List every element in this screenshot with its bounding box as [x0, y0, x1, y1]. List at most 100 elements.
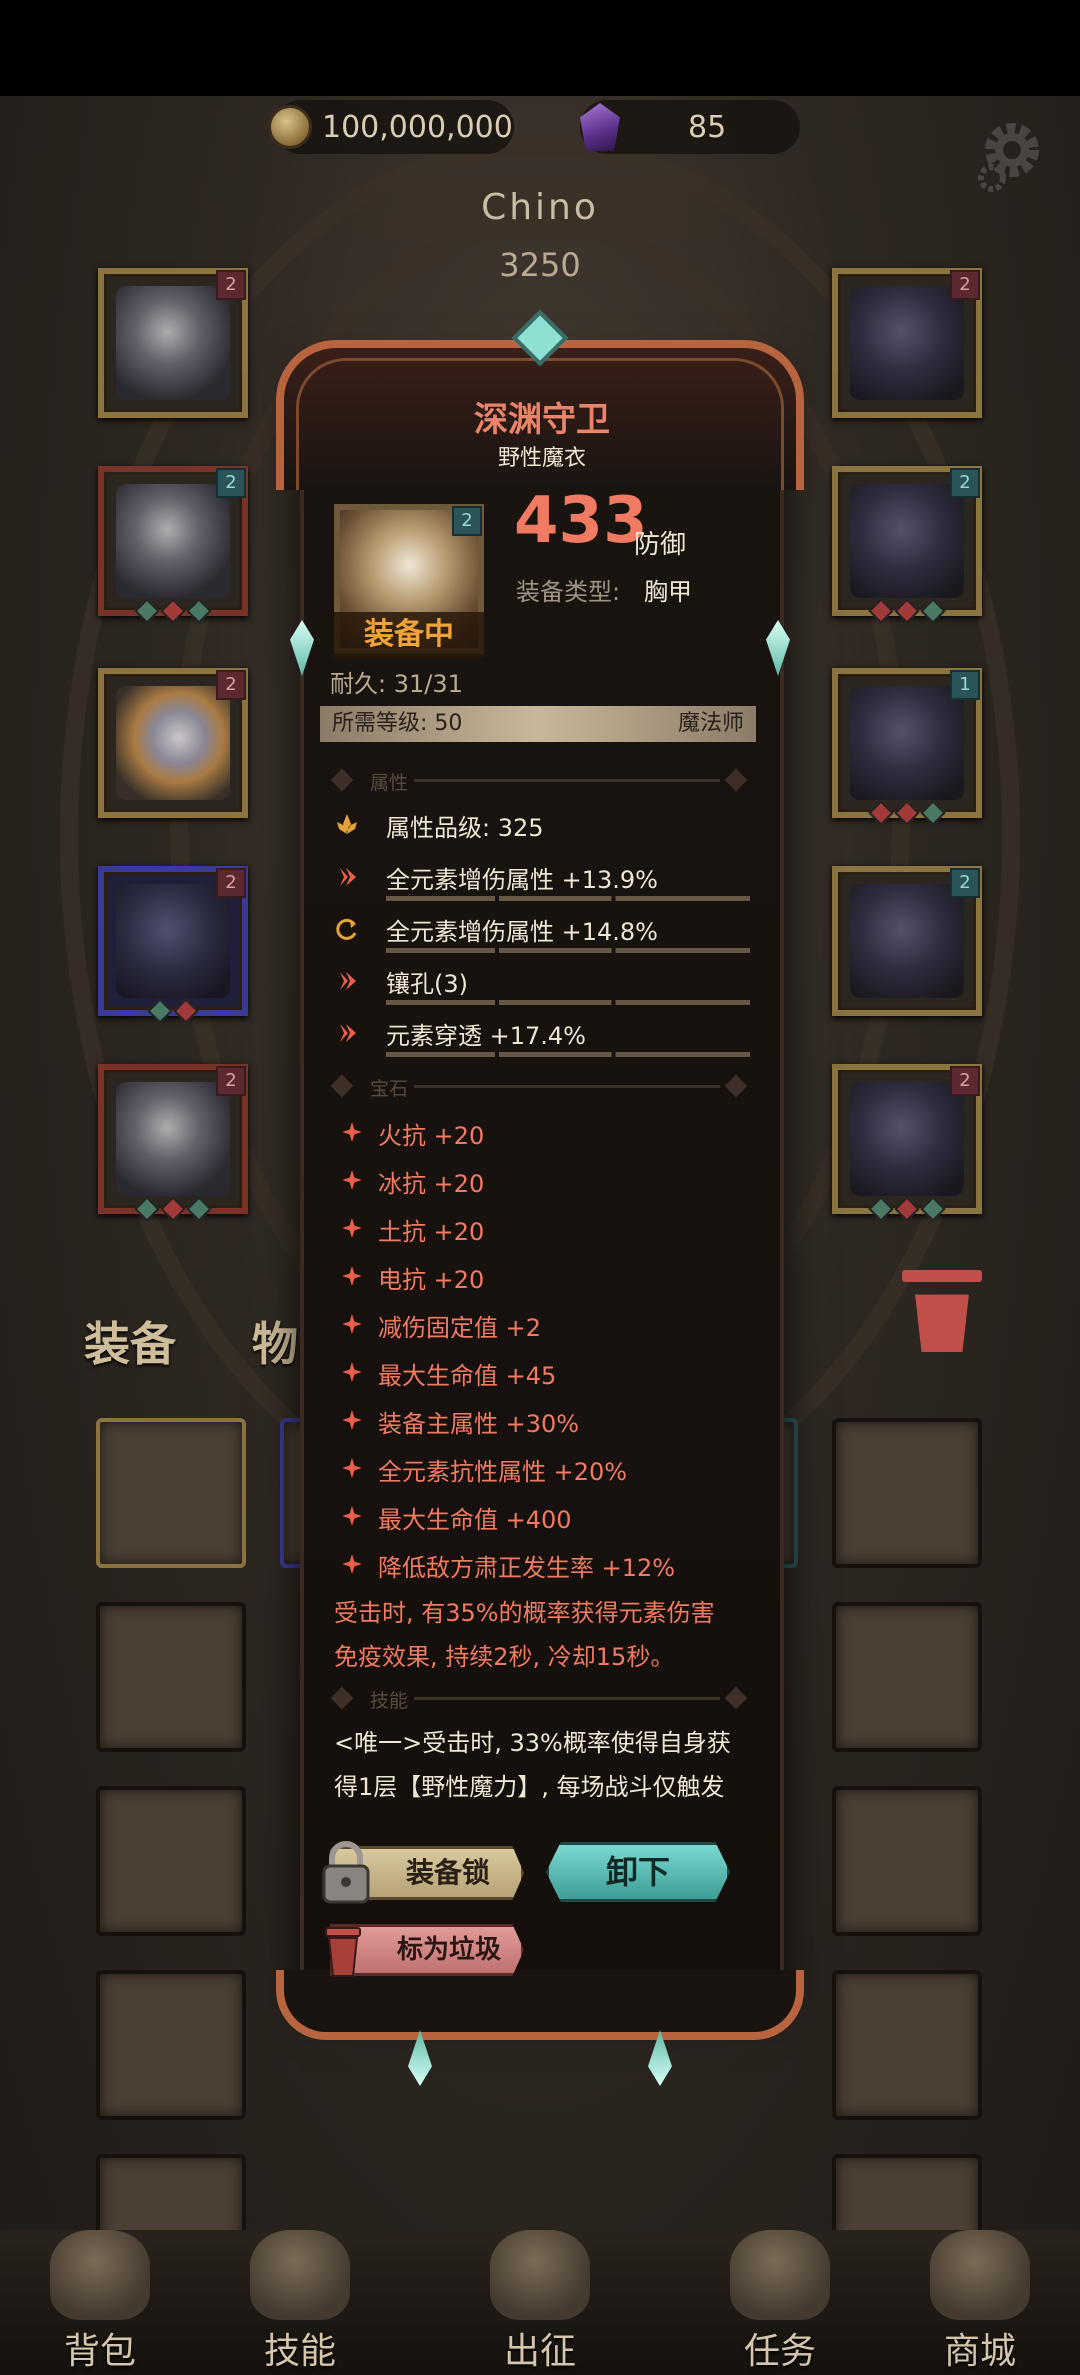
necklace-art	[850, 286, 964, 400]
bag-slot[interactable]	[96, 1786, 246, 1936]
set-effect-line-1: 受击时, 有35%的概率获得元素伤害	[334, 1599, 715, 1627]
bag-slot[interactable]	[832, 1970, 982, 2120]
nav-expedition[interactable]: 出征	[440, 2230, 640, 2375]
equip-slot-bracer[interactable]: 1	[832, 668, 982, 826]
tooltip-frame-bottom	[276, 1970, 804, 2040]
star-icon	[342, 1218, 362, 1238]
equipped-tag: 装备中	[334, 612, 484, 658]
nav-quests[interactable]: 任务	[680, 2230, 880, 2375]
equip-type-label: 装备类型:	[516, 578, 621, 606]
tome-art	[850, 1082, 964, 1196]
gem-counter[interactable]: 85	[580, 100, 800, 154]
gold-counter[interactable]: 100,000,000	[268, 100, 514, 154]
attribute-row: 全元素增伤属性 +13.9%	[334, 858, 754, 901]
star-icon	[342, 1458, 362, 1478]
nav-label: 技能	[263, 2331, 336, 2372]
attribute-grade-row: 属性品级: 325	[334, 806, 754, 846]
gem-bonus-row: 电抗 +20	[334, 1258, 764, 1294]
slot-level-badge: 2	[216, 670, 246, 700]
set-effect-line-2: 免疫效果, 持续2秒, 冷却15秒。	[334, 1643, 675, 1671]
gem-bonus-row: 降低敌方肃正发生率 +12%	[334, 1546, 764, 1582]
equip-slot-tome[interactable]: 2	[832, 1064, 982, 1222]
junk-bin-icon	[325, 1927, 361, 1977]
slot-level-badge: 1	[950, 670, 980, 700]
gem-bonus-row: 减伤固定值 +2	[334, 1306, 764, 1342]
star-icon	[342, 1410, 362, 1430]
hero-name: Chino	[340, 176, 740, 240]
defense-label: 防御	[634, 530, 687, 560]
defense-value: 433	[514, 484, 648, 558]
nav-label: 商城	[943, 2331, 1016, 2372]
unequip-button[interactable]: 卸下	[546, 1842, 730, 1902]
equip-slot-boots[interactable]: 2	[98, 1064, 248, 1222]
durability: 耐久: 31/31	[330, 670, 463, 698]
shop-crown-icon	[930, 2230, 1030, 2320]
bag-slot[interactable]	[96, 1602, 246, 1752]
gold-coin-icon	[268, 105, 312, 149]
bag-slot[interactable]	[832, 1418, 982, 1568]
gloves-art	[850, 484, 964, 598]
bag-slot[interactable]	[96, 1418, 246, 1568]
nav-label: 背包	[63, 2331, 136, 2372]
equip-slot-chest[interactable]: 2	[98, 466, 248, 624]
equip-slot-weapon-left[interactable]: 2	[98, 668, 248, 818]
item-subtitle: 野性魔衣	[497, 446, 586, 471]
equip-slot-necklace[interactable]: 2	[832, 268, 982, 418]
hero-power: 3250	[499, 246, 581, 284]
tab-equipment[interactable]: 装备	[84, 1308, 176, 1374]
equip-type-value: 胸甲	[644, 578, 692, 606]
attribute-row: 元素穿透 +17.4%	[334, 1014, 754, 1057]
gold-amount: 100,000,000	[322, 109, 513, 145]
skill-line-1: <唯一>受击时, 33%概率使得自身获	[334, 1729, 731, 1757]
sword-icon	[490, 2230, 590, 2320]
slot-level-badge: 2	[216, 1066, 246, 1096]
settings-gear-icon[interactable]	[972, 116, 1052, 196]
helmet-art	[116, 286, 230, 400]
attribute-row: 全元素增伤属性 +14.8%	[334, 910, 754, 953]
slot-level-badge: 2	[216, 868, 246, 898]
bag-slot[interactable]	[832, 1786, 982, 1936]
slot-level-badge: 2	[950, 868, 980, 898]
lock-icon	[322, 1841, 370, 1904]
star-icon	[342, 1122, 362, 1142]
attribute-row: 镶孔(3)	[334, 962, 754, 1005]
sparkle-icon	[340, 1024, 356, 1042]
gem-bonus-row: 火抗 +20	[334, 1114, 764, 1150]
star-icon	[342, 1170, 362, 1190]
gem-bonus-row: 全元素抗性属性 +20%	[334, 1450, 764, 1486]
equip-slot-helmet[interactable]: 2	[98, 268, 248, 418]
backpack-icon	[50, 2230, 150, 2320]
slot-level-badge: 2	[950, 468, 980, 498]
wing-art	[116, 686, 230, 800]
gem-amount: 85	[688, 109, 727, 145]
equip-slot-weapon-right[interactable]: 2	[832, 866, 982, 1016]
nav-backpack[interactable]: 背包	[0, 2230, 200, 2375]
gem-bonus-row: 最大生命值 +45	[334, 1354, 764, 1390]
equip-slot-legs[interactable]: 2	[98, 866, 248, 1024]
slot-level-badge: 2	[216, 270, 246, 300]
slot-level-badge: 2	[216, 468, 246, 498]
slot-level-badge: 2	[950, 1066, 980, 1096]
nav-shop[interactable]: 商城	[880, 2230, 1080, 2375]
item-name: 深渊守卫	[474, 400, 610, 440]
bag-slot[interactable]	[832, 1602, 982, 1752]
blade-art	[850, 884, 964, 998]
nav-label: 出征	[503, 2331, 576, 2372]
star-icon	[342, 1362, 362, 1382]
star-icon	[342, 1314, 362, 1334]
equip-slot-gloves[interactable]: 2	[832, 466, 982, 624]
star-icon	[342, 1266, 362, 1286]
required-level: 所需等级: 50	[332, 711, 463, 736]
gem-bonus-row: 最大生命值 +400	[334, 1498, 764, 1534]
requirement-bar: 所需等级: 50 魔法师	[320, 706, 756, 742]
bag-slot[interactable]	[96, 1970, 246, 2120]
nav-skills[interactable]: 技能	[200, 2230, 400, 2375]
star-icon	[342, 1506, 362, 1526]
refresh-icon	[336, 918, 357, 940]
attributes-header: 属性	[330, 768, 750, 794]
skills-header: 技能	[330, 1686, 750, 1712]
sparkle-icon	[340, 868, 356, 886]
skill-book-icon	[250, 2230, 350, 2320]
boots-art	[116, 1082, 230, 1196]
gems-header: 宝石	[330, 1074, 750, 1100]
